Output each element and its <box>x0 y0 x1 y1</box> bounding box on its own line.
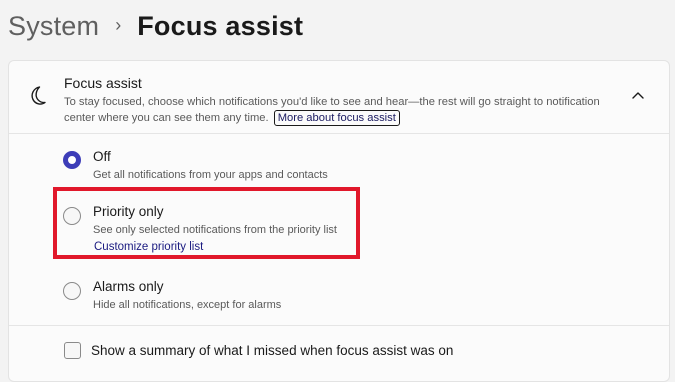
divider <box>9 325 669 326</box>
summary-checkbox[interactable] <box>64 342 81 359</box>
radio-alarms-only[interactable] <box>63 282 81 300</box>
chevron-up-icon[interactable] <box>631 90 645 100</box>
option-off-label: Off <box>93 149 111 164</box>
focus-assist-card: Focus assist To stay focused, choose whi… <box>8 60 670 382</box>
page-title: Focus assist <box>137 10 304 41</box>
radio-off[interactable] <box>63 151 81 169</box>
option-off[interactable]: Off Get all notifications from your apps… <box>9 133 669 188</box>
breadcrumb-separator: › <box>115 14 122 35</box>
focus-assist-header[interactable]: Focus assist To stay focused, choose whi… <box>9 61 669 134</box>
focus-assist-title: Focus assist <box>64 75 142 91</box>
focus-assist-description: To stay focused, choose which notificati… <box>64 94 624 126</box>
highlight-annotation <box>53 187 360 259</box>
summary-checkbox-label[interactable]: Show a summary of what I missed when foc… <box>91 343 453 358</box>
breadcrumb: System › Focus assist <box>8 6 303 46</box>
option-alarms-only-description: Hide all notifications, except for alarm… <box>93 299 282 311</box>
breadcrumb-system-link[interactable]: System <box>8 11 99 42</box>
more-about-focus-assist-link[interactable]: More about focus assist <box>273 110 400 126</box>
option-off-description: Get all notifications from your apps and… <box>93 169 328 181</box>
option-alarms-only[interactable]: Alarms only Hide all notifications, exce… <box>9 267 669 325</box>
moon-icon <box>31 86 46 105</box>
option-alarms-only-label: Alarms only <box>93 279 164 294</box>
